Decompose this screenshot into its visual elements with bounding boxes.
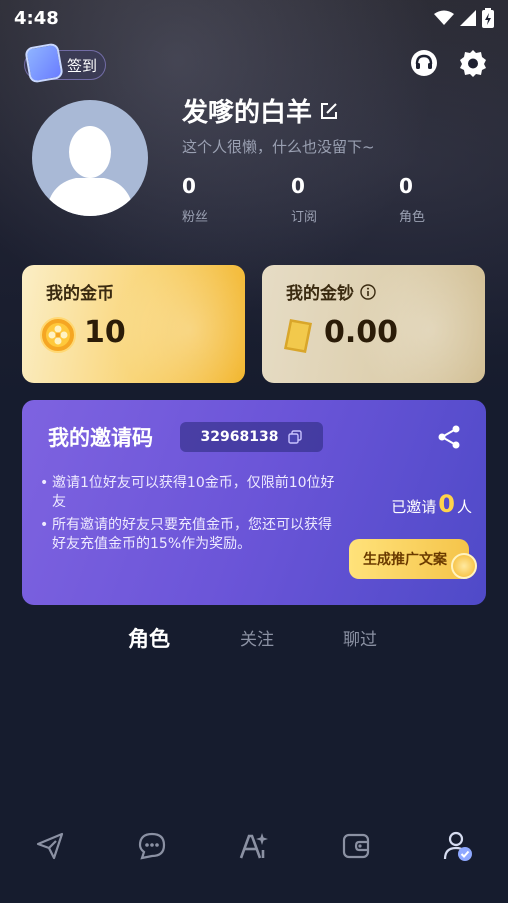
status-bar: 4:48 <box>0 0 508 36</box>
tab-following[interactable]: 关注 <box>240 625 274 650</box>
copy-icon[interactable] <box>288 430 303 444</box>
gold-note-icon <box>284 319 312 353</box>
invite-title: 我的邀请码 <box>48 426 153 450</box>
invite-rule-text: 邀请1位好友可以获得10金币，仅限前10位好友 <box>52 475 335 510</box>
checkin-label: 签到 <box>66 56 97 75</box>
checkin-badge-icon <box>24 42 64 84</box>
content-tabs: 角色 关注 聊过 <box>0 625 508 653</box>
default-avatar-icon <box>46 126 134 216</box>
status-time: 4:48 <box>14 7 59 29</box>
edit-icon[interactable] <box>320 102 338 120</box>
share-icon[interactable] <box>437 425 461 449</box>
cash-card[interactable]: 我的金钞 0.00 <box>262 265 485 383</box>
stat-fans[interactable]: 0 粉丝 <box>182 174 208 225</box>
tab-chatted[interactable]: 聊过 <box>343 625 377 650</box>
invited-count: 0 <box>438 490 455 518</box>
signal-icon <box>460 10 476 26</box>
invite-rule: • 邀请1位好友可以获得10金币，仅限前10位好友 <box>40 474 340 512</box>
bullet-icon: • <box>40 475 49 491</box>
coins-card[interactable]: 我的金币 10 <box>22 265 245 383</box>
info-icon[interactable] <box>360 283 376 300</box>
stat-subscriptions-value: 0 <box>291 174 305 198</box>
stat-subscriptions-label: 订阅 <box>291 210 318 225</box>
coin-decoration <box>115 265 245 383</box>
coin-sparkle-icon <box>451 553 477 579</box>
settings-gear-icon[interactable] <box>458 48 488 78</box>
stat-subscriptions[interactable]: 0 订阅 <box>291 174 317 225</box>
stat-fans-label: 粉丝 <box>182 210 209 225</box>
stat-characters[interactable]: 0 角色 <box>399 174 425 225</box>
avatar[interactable] <box>32 100 148 216</box>
username-row: 发嗲的白羊 <box>182 92 338 129</box>
coins-value: 10 <box>84 315 126 350</box>
generate-promo-label: 生成推广文案 <box>363 552 447 568</box>
invited-suffix: 人 <box>456 498 472 516</box>
invited-prefix: 已邀请 <box>391 498 437 516</box>
bullet-icon: • <box>40 517 49 533</box>
invite-rules: • 邀请1位好友可以获得10金币，仅限前10位好友 • 所有邀请的好友只要充值金… <box>40 474 340 558</box>
cash-title: 我的金钞 <box>286 284 354 304</box>
cash-value: 0.00 <box>324 315 399 350</box>
stat-fans-value: 0 <box>182 174 196 198</box>
status-icons <box>434 8 494 28</box>
cash-title-row: 我的金钞 <box>286 279 376 304</box>
profile-icon[interactable] <box>442 830 474 862</box>
wifi-icon <box>434 10 454 25</box>
invite-rule: • 所有邀请的好友只要充值金币，您还可以获得好友充值金币的15%作为奖励。 <box>40 516 340 554</box>
gold-coin-icon <box>40 317 76 353</box>
invite-code-box[interactable]: 32968138 <box>180 422 323 452</box>
username: 发嗲的白羊 <box>182 98 313 128</box>
chat-icon[interactable] <box>136 830 168 862</box>
generate-promo-button[interactable]: 生成推广文案 <box>349 539 477 579</box>
invite-rule-text: 所有邀请的好友只要充值金币，您还可以获得好友充值金币的15%作为奖励。 <box>52 517 332 552</box>
bio: 这个人很懒，什么也没留下~ <box>182 138 375 156</box>
customer-service-icon[interactable] <box>409 48 439 78</box>
bottom-nav <box>0 822 508 872</box>
battery-icon <box>482 8 494 28</box>
coins-title: 我的金币 <box>46 284 114 304</box>
send-icon[interactable] <box>34 830 66 862</box>
invite-card: 我的邀请码 32968138 • 邀请1位好友可以获得10金币，仅限前10位好友… <box>22 400 486 605</box>
invite-code: 32968138 <box>200 429 279 445</box>
tab-characters[interactable]: 角色 <box>128 623 170 653</box>
ai-create-icon[interactable] <box>238 830 270 862</box>
stat-characters-label: 角色 <box>399 210 426 225</box>
checkin-button[interactable]: 签到 <box>24 42 106 84</box>
invited-count-row: 已邀请 0 人 <box>391 490 472 518</box>
wallet-icon[interactable] <box>340 830 372 862</box>
stat-characters-value: 0 <box>399 174 413 198</box>
